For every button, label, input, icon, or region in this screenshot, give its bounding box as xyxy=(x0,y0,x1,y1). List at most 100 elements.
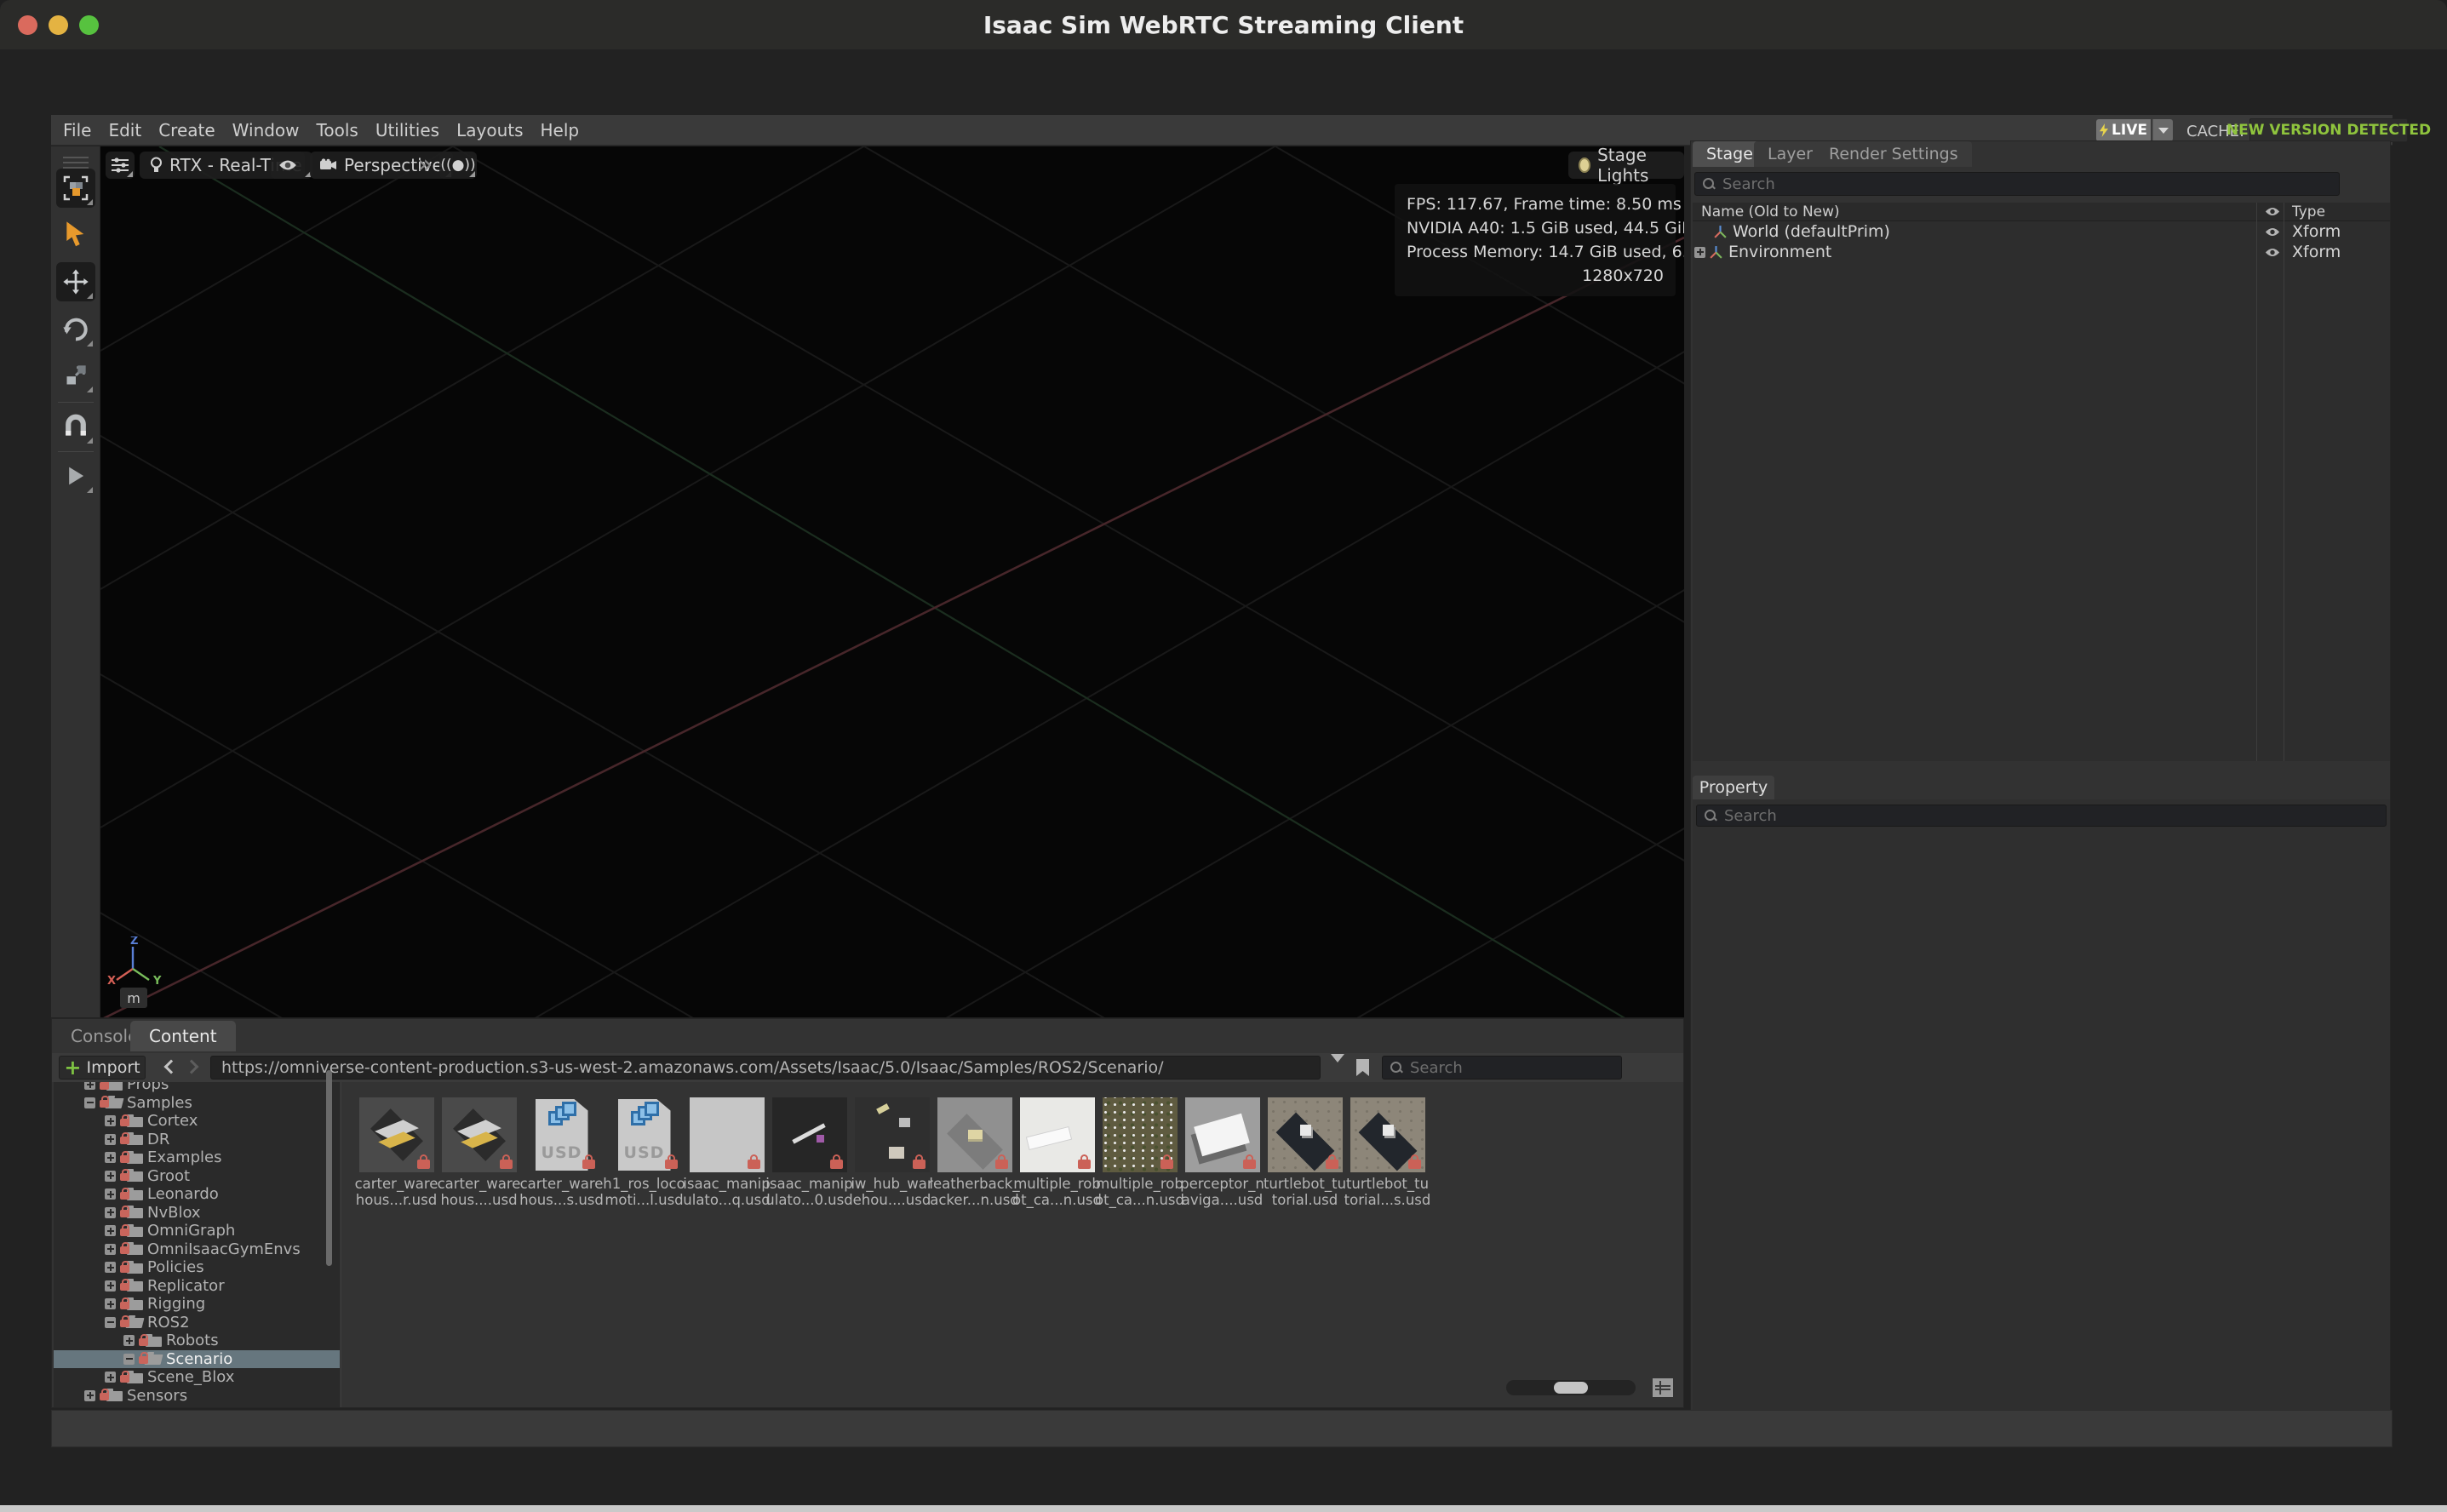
tree-item-ros2[interactable]: ROS2 xyxy=(54,1314,340,1332)
expand-icon[interactable] xyxy=(105,1207,116,1218)
tree-item-examples[interactable]: Examples xyxy=(54,1148,340,1167)
expand-icon[interactable] xyxy=(105,1152,116,1163)
version-status-box[interactable]: NEW VERSION DETECTED xyxy=(2249,118,2408,142)
file-item[interactable]: multiple_robot_ca...n.usd xyxy=(1016,1097,1098,1208)
select-tool-button[interactable] xyxy=(56,215,95,254)
tree-item-leonardo[interactable]: Leonardo xyxy=(54,1185,340,1204)
file-item[interactable]: multiple_robot_ca...n.usd xyxy=(1098,1097,1181,1208)
menu-layouts[interactable]: Layouts xyxy=(456,120,523,140)
snap-tool-button[interactable] xyxy=(56,407,95,446)
collapse-icon[interactable] xyxy=(105,1317,116,1328)
thumbnail-size-slider[interactable] xyxy=(1506,1380,1636,1395)
back-button[interactable] xyxy=(164,1060,179,1074)
eye-icon[interactable] xyxy=(2265,248,2280,257)
file-item[interactable]: isaac_manipulato...0.usd xyxy=(768,1097,851,1208)
stage-search-input[interactable] xyxy=(1722,175,2332,193)
tree-item-scene-blox[interactable]: Scene_Blox xyxy=(54,1368,340,1387)
scale-tool-button[interactable] xyxy=(56,356,95,395)
tree-item-scenario[interactable]: Scenario xyxy=(54,1350,340,1369)
file-item[interactable]: leatherback_acker...n.usd xyxy=(933,1097,1016,1208)
import-button[interactable]: + Import xyxy=(59,1056,146,1080)
expand-icon[interactable] xyxy=(105,1171,116,1182)
menu-help[interactable]: Help xyxy=(541,120,580,140)
menu-edit[interactable]: Edit xyxy=(108,120,141,140)
stage-lights-button[interactable]: Stage Lights xyxy=(1568,152,1684,179)
expand-icon[interactable] xyxy=(105,1280,116,1292)
menu-file[interactable]: File xyxy=(63,120,91,140)
tree-item-omnigraph[interactable]: OmniGraph xyxy=(54,1222,340,1240)
expand-icon[interactable] xyxy=(105,1115,116,1126)
content-search[interactable] xyxy=(1382,1056,1622,1080)
file-item[interactable]: carter_warehous...r.usd xyxy=(355,1097,438,1208)
slider-handle[interactable] xyxy=(1554,1382,1588,1394)
content-search-input[interactable] xyxy=(1410,1059,1614,1077)
tree-item-samples[interactable]: Samples xyxy=(54,1094,340,1113)
viewport-settings-button[interactable] xyxy=(106,152,135,179)
column-name[interactable]: Name (Old to New) xyxy=(1701,203,1840,220)
tree-item-sensors[interactable]: Sensors xyxy=(54,1387,340,1406)
collapse-icon[interactable] xyxy=(123,1354,135,1365)
expand-icon[interactable] xyxy=(105,1225,116,1236)
grid-view-toggle[interactable] xyxy=(1653,1378,1673,1397)
tree-item-policies[interactable]: Policies xyxy=(54,1258,340,1277)
tree-item-groot[interactable]: Groot xyxy=(54,1167,340,1186)
play-button[interactable] xyxy=(56,456,95,495)
expand-icon[interactable] xyxy=(84,1082,95,1090)
menu-window[interactable]: Window xyxy=(232,120,300,140)
bookmark-button[interactable] xyxy=(1356,1059,1369,1076)
tab-property[interactable]: Property xyxy=(1693,776,1774,799)
tab-content[interactable]: Content xyxy=(130,1021,236,1051)
path-dropdown-button[interactable] xyxy=(1331,1062,1344,1079)
tree-item-props[interactable]: Props xyxy=(54,1082,340,1094)
menu-tools[interactable]: Tools xyxy=(317,120,358,140)
expand-icon[interactable] xyxy=(1694,247,1705,258)
streaming-signal-button[interactable]: ((●)) xyxy=(439,152,477,179)
expand-icon[interactable] xyxy=(105,1188,116,1200)
tree-item-rigging[interactable]: Rigging xyxy=(54,1295,340,1314)
rotate-tool-button[interactable] xyxy=(56,310,95,349)
tree-item-replicator[interactable]: Replicator xyxy=(54,1277,340,1296)
move-tool-button[interactable] xyxy=(56,262,95,301)
expand-icon[interactable] xyxy=(105,1134,116,1145)
live-button[interactable]: LIVE xyxy=(2096,119,2151,141)
expand-icon[interactable] xyxy=(105,1298,116,1309)
file-item[interactable]: iw_hub_warehou....usd xyxy=(851,1097,933,1208)
column-type[interactable]: Type xyxy=(2292,203,2325,220)
file-item[interactable]: isaac_manipulato...q.usd xyxy=(685,1097,768,1208)
property-search-input[interactable] xyxy=(1724,807,2379,825)
address-bar[interactable] xyxy=(210,1056,1321,1080)
tree-item-robots[interactable]: Robots xyxy=(54,1332,340,1350)
tree-item-nvblox[interactable]: NvBlox xyxy=(54,1204,340,1223)
file-item[interactable]: turtlebot_tutorial.usd xyxy=(1264,1097,1346,1208)
tree-item-cortex[interactable]: Cortex xyxy=(54,1112,340,1131)
address-input[interactable] xyxy=(221,1058,1309,1077)
stage-row-environment[interactable]: Environment Xform xyxy=(1693,242,2390,262)
expand-icon[interactable] xyxy=(105,1244,116,1255)
visibility-button[interactable] xyxy=(271,152,305,179)
file-item[interactable]: turtlebot_tutorial...s.usd xyxy=(1346,1097,1429,1208)
stage-row-world[interactable]: World (defaultPrim) Xform xyxy=(1693,221,2390,242)
file-item[interactable]: perceptor_naviga....usd xyxy=(1181,1097,1264,1208)
menu-create[interactable]: Create xyxy=(158,120,215,140)
tab-render-settings[interactable]: Render Settings xyxy=(1815,141,1972,167)
selection-mode-button[interactable] xyxy=(56,169,95,208)
expand-icon[interactable] xyxy=(123,1335,135,1346)
menu-utilities[interactable]: Utilities xyxy=(375,120,439,140)
file-item[interactable]: carter_warehous....usd xyxy=(438,1097,520,1208)
expand-icon[interactable] xyxy=(105,1262,116,1273)
file-item[interactable]: USD h1_ros_locomoti...l.usd xyxy=(603,1097,685,1208)
collapse-icon[interactable] xyxy=(84,1097,95,1108)
forward-button[interactable] xyxy=(185,1060,199,1074)
expand-icon[interactable] xyxy=(105,1372,116,1383)
expand-icon[interactable] xyxy=(84,1390,95,1401)
tree-item-dr[interactable]: DR xyxy=(54,1131,340,1149)
file-item[interactable]: USD carter_warehous...s.usd xyxy=(520,1097,603,1208)
chevron-expand-icon[interactable]: » xyxy=(417,150,433,180)
viewport-3d[interactable]: RTX - Real-Time Perspective » ((●)) Stag… xyxy=(100,146,1684,1017)
eye-icon[interactable] xyxy=(2265,227,2280,237)
tree-scrollbar[interactable] xyxy=(326,1070,332,1266)
stage-search[interactable] xyxy=(1694,172,2340,196)
tree-item-omniisaacgymenvs[interactable]: OmniIsaacGymEnvs xyxy=(54,1240,340,1259)
property-search[interactable] xyxy=(1696,805,2387,827)
live-dropdown-button[interactable] xyxy=(2152,119,2173,141)
